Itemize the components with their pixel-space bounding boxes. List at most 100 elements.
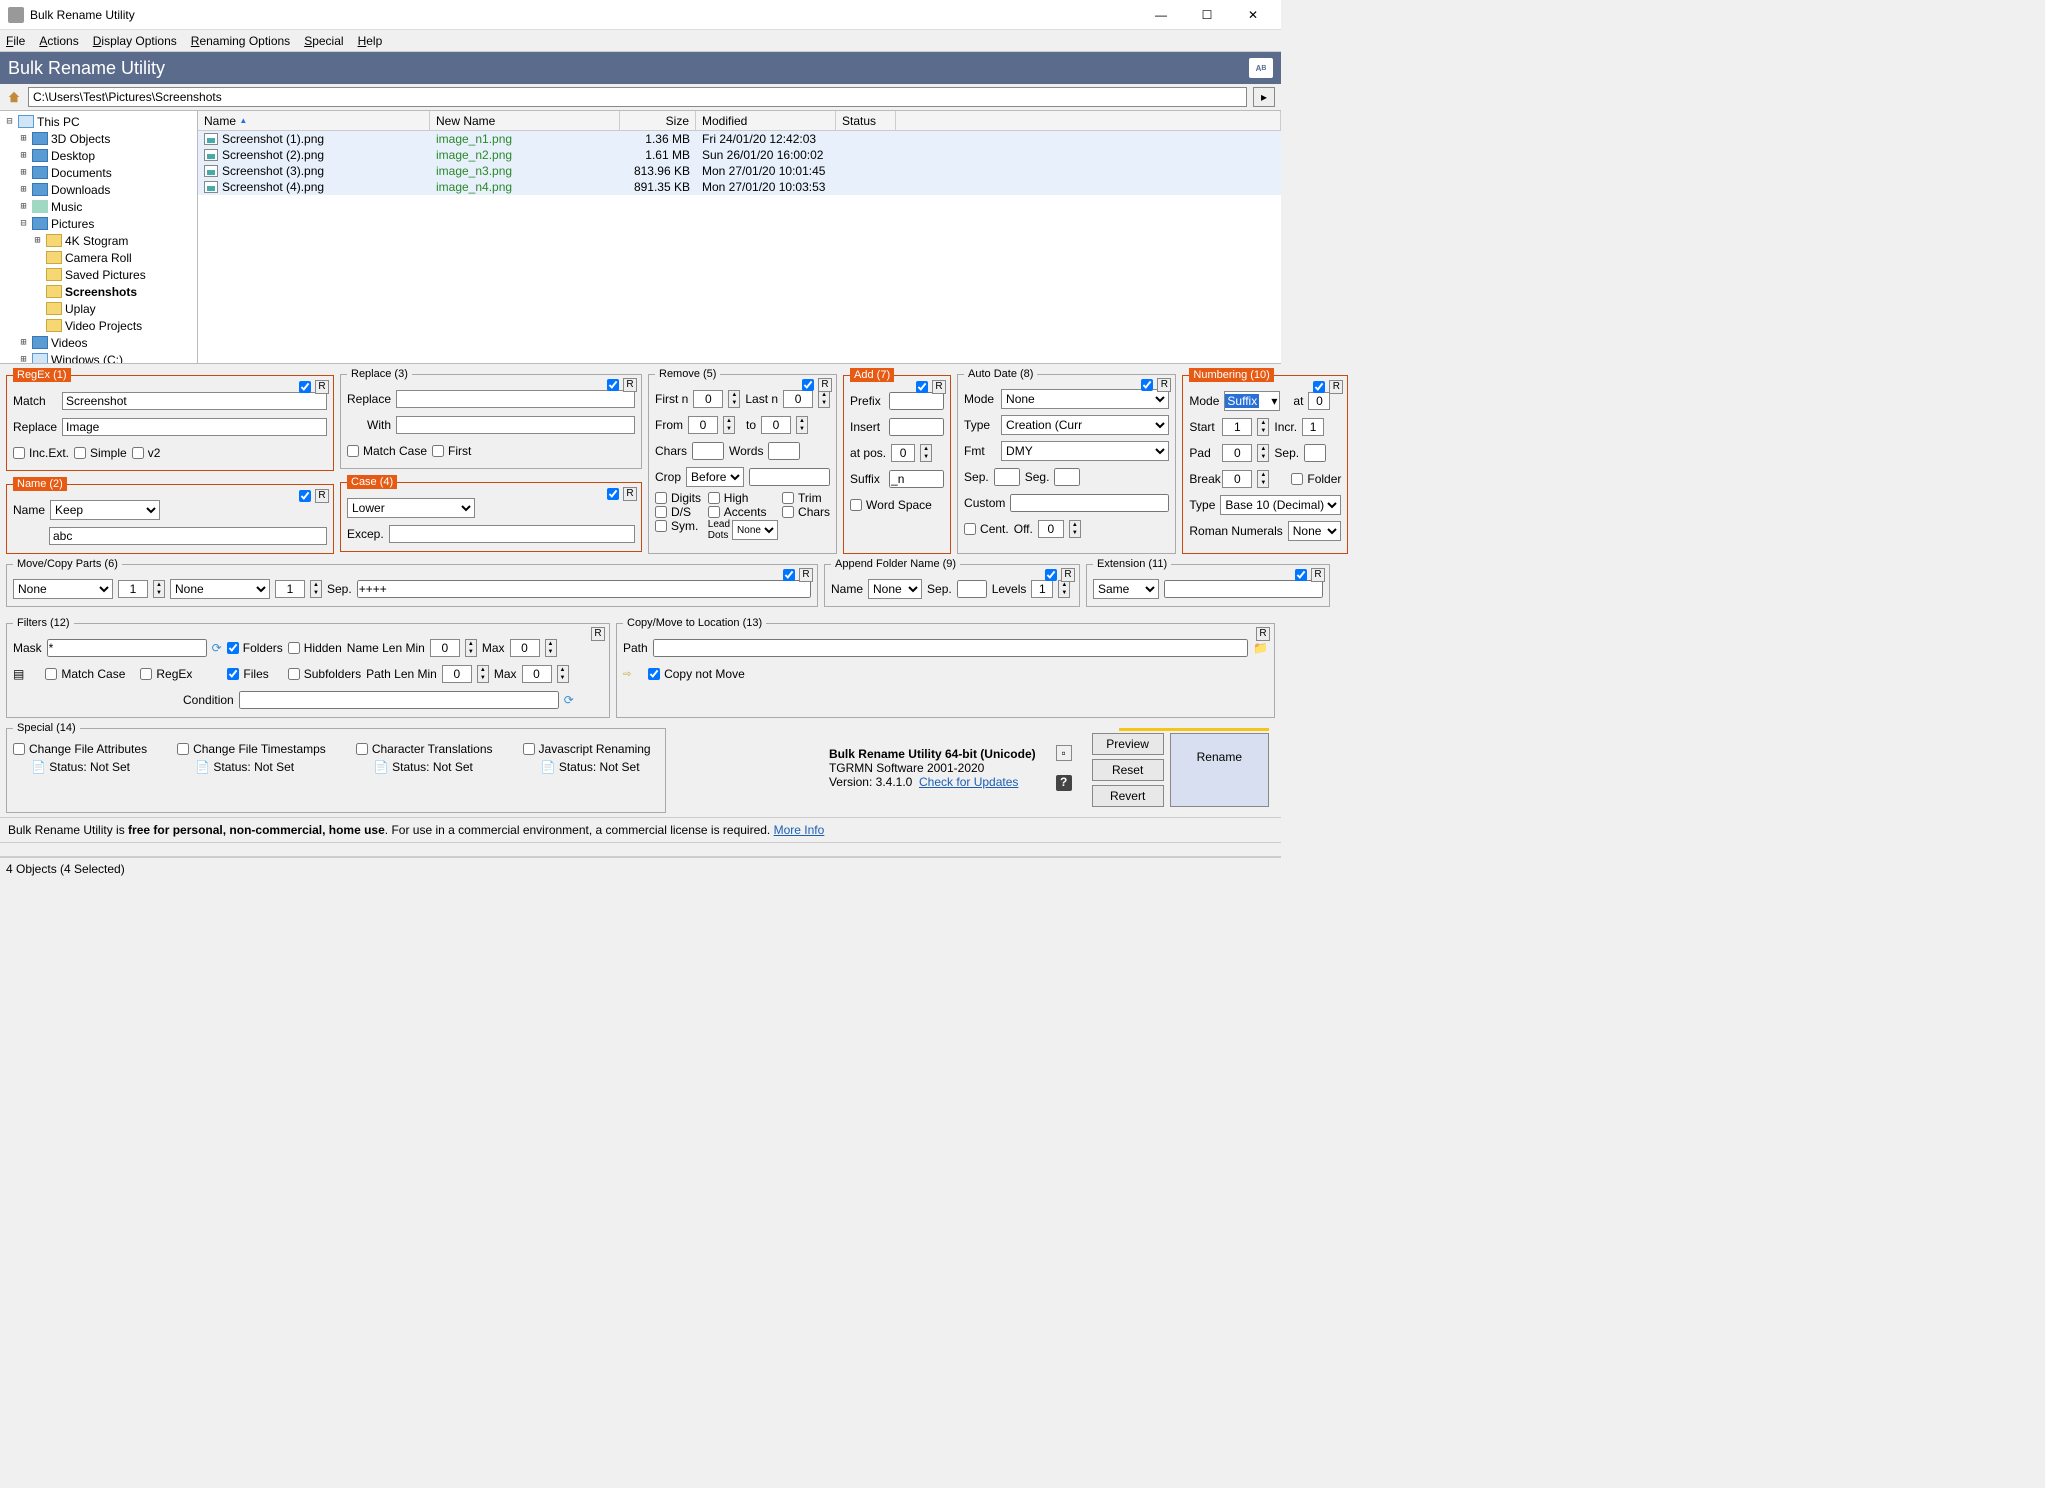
menu-actions[interactable]: Actions [39, 34, 78, 48]
regex-reset-button[interactable]: R [315, 380, 329, 394]
remove-lastn-input[interactable] [783, 390, 813, 408]
name-mode-select[interactable]: Keep [50, 500, 160, 520]
copymove-go-icon[interactable]: ⇨ [623, 669, 631, 680]
remove-accents-check[interactable] [708, 506, 720, 518]
extension-reset-button[interactable]: R [1311, 568, 1325, 582]
col-name-header[interactable]: Name ▲ [198, 111, 430, 130]
filters-mask-input[interactable] [47, 639, 207, 657]
col-status-header[interactable]: Status [836, 111, 896, 130]
preview-button[interactable]: Preview [1092, 733, 1164, 755]
filters-hidden-check[interactable] [288, 642, 300, 654]
filters-matchcase-check[interactable] [45, 668, 57, 680]
menu-renaming-options[interactable]: Renaming Options [191, 34, 290, 48]
regex-simple-check[interactable] [74, 447, 86, 459]
special-jr-check[interactable] [523, 743, 535, 755]
replace-first-check[interactable] [432, 445, 444, 457]
tree-item[interactable]: Video Projects [0, 317, 197, 334]
regex-enable-check[interactable] [299, 381, 311, 393]
filters-namelenmax-input[interactable] [510, 639, 540, 657]
menu-special[interactable]: Special [304, 34, 343, 48]
file-row[interactable]: Screenshot (2).png image_n2.png 1.61 MB … [198, 147, 1281, 163]
path-input[interactable] [28, 87, 1247, 107]
edit-icon[interactable]: 📄 [195, 760, 210, 774]
numbering-break-input[interactable] [1222, 470, 1252, 488]
filters-folders-check[interactable] [227, 642, 239, 654]
autodate-sep-input[interactable] [994, 468, 1020, 486]
expand-icon[interactable]: ⊟ [18, 218, 29, 229]
autodate-reset-button[interactable]: R [1157, 378, 1171, 392]
filters-condition-input[interactable] [239, 691, 559, 709]
numbering-sep-input[interactable] [1304, 444, 1326, 462]
remove-chars2-check[interactable] [782, 506, 794, 518]
tree-item[interactable]: Screenshots [0, 283, 197, 300]
numbering-start-input[interactable] [1222, 418, 1252, 436]
regex-v2-check[interactable] [132, 447, 144, 459]
add-prefix-input[interactable] [889, 392, 944, 410]
remove-crop-input[interactable] [749, 468, 830, 486]
filters-reset-button[interactable]: R [591, 627, 605, 641]
col-newname-header[interactable]: New Name [430, 111, 620, 130]
expand-icon[interactable]: ⊞ [18, 167, 29, 178]
appendfolder-reset-button[interactable]: R [1061, 568, 1075, 582]
file-row[interactable]: Screenshot (3).png image_n3.png 813.96 K… [198, 163, 1281, 179]
rename-button[interactable]: Rename [1170, 733, 1269, 807]
special-cfa-check[interactable] [13, 743, 25, 755]
remove-enable-check[interactable] [802, 379, 814, 391]
case-mode-select[interactable]: Lower [347, 498, 475, 518]
movecopy-enable-check[interactable] [783, 569, 795, 581]
autodate-mode-select[interactable]: None [1001, 389, 1169, 409]
copymove-path-input[interactable] [653, 639, 1248, 657]
movecopy-sep-input[interactable] [357, 580, 811, 598]
name-reset-button[interactable]: R [315, 489, 329, 503]
expand-icon[interactable]: ⊞ [18, 354, 29, 363]
tree-item[interactable]: Uplay [0, 300, 197, 317]
movecopy-mode1-select[interactable]: None [13, 579, 113, 599]
autodate-enable-check[interactable] [1141, 379, 1153, 391]
replace-enable-check[interactable] [607, 379, 619, 391]
remove-lastn-spin[interactable]: ▲▼ [818, 390, 830, 408]
filters-namelenmin-input[interactable] [430, 639, 460, 657]
col-modified-header[interactable]: Modified [696, 111, 836, 130]
edit-icon[interactable]: 📄 [374, 760, 389, 774]
add-wordspace-check[interactable] [850, 499, 862, 511]
case-excep-input[interactable] [389, 525, 635, 543]
numbering-reset-button[interactable]: R [1329, 380, 1343, 394]
numbering-folder-check[interactable] [1291, 473, 1303, 485]
help-icon[interactable]: ? [1056, 775, 1072, 791]
remove-firstn-spin[interactable]: ▲▼ [728, 390, 740, 408]
remove-to-input[interactable] [761, 416, 791, 434]
remove-chars-input[interactable] [692, 442, 724, 460]
tree-item[interactable]: ⊞Music [0, 198, 197, 215]
tree-item[interactable]: Camera Roll [0, 249, 197, 266]
numbering-pad-input[interactable] [1222, 444, 1252, 462]
numbering-roman-select[interactable]: None [1288, 521, 1342, 541]
menu-help[interactable]: Help [358, 34, 383, 48]
menu-file[interactable]: File [6, 34, 25, 48]
add-atpos-input[interactable] [891, 444, 915, 462]
new-window-icon[interactable]: ▫ [1056, 745, 1072, 761]
filters-pathlenmax-input[interactable] [522, 665, 552, 683]
home-icon[interactable] [6, 90, 22, 104]
regex-match-input[interactable] [62, 392, 327, 410]
remove-from-input[interactable] [688, 416, 718, 434]
menu-display-options[interactable]: Display Options [93, 34, 177, 48]
appendfolder-sep-input[interactable] [957, 580, 987, 598]
case-reset-button[interactable]: R [623, 487, 637, 501]
appendfolder-mode-select[interactable]: None [868, 579, 922, 599]
check-updates-link[interactable]: Check for Updates [919, 775, 1018, 789]
folder-tree[interactable]: ⊟This PC⊞3D Objects⊞Desktop⊞Documents⊞Do… [0, 111, 198, 363]
file-row[interactable]: Screenshot (4).png image_n4.png 891.35 K… [198, 179, 1281, 195]
filters-files-check[interactable] [227, 668, 239, 680]
replace-matchcase-check[interactable] [347, 445, 359, 457]
remove-digits-check[interactable] [655, 492, 667, 504]
add-insert-input[interactable] [889, 418, 944, 436]
tree-item[interactable]: ⊞3D Objects [0, 130, 197, 147]
special-ct-check[interactable] [356, 743, 368, 755]
filters-subfolders-check[interactable] [288, 668, 300, 680]
numbering-enable-check[interactable] [1313, 381, 1325, 393]
remove-sym-check[interactable] [655, 520, 667, 532]
numbering-incr-input[interactable] [1302, 418, 1324, 436]
remove-trim-check[interactable] [782, 492, 794, 504]
expand-icon[interactable]: ⊞ [18, 150, 29, 161]
remove-firstn-input[interactable] [693, 390, 723, 408]
